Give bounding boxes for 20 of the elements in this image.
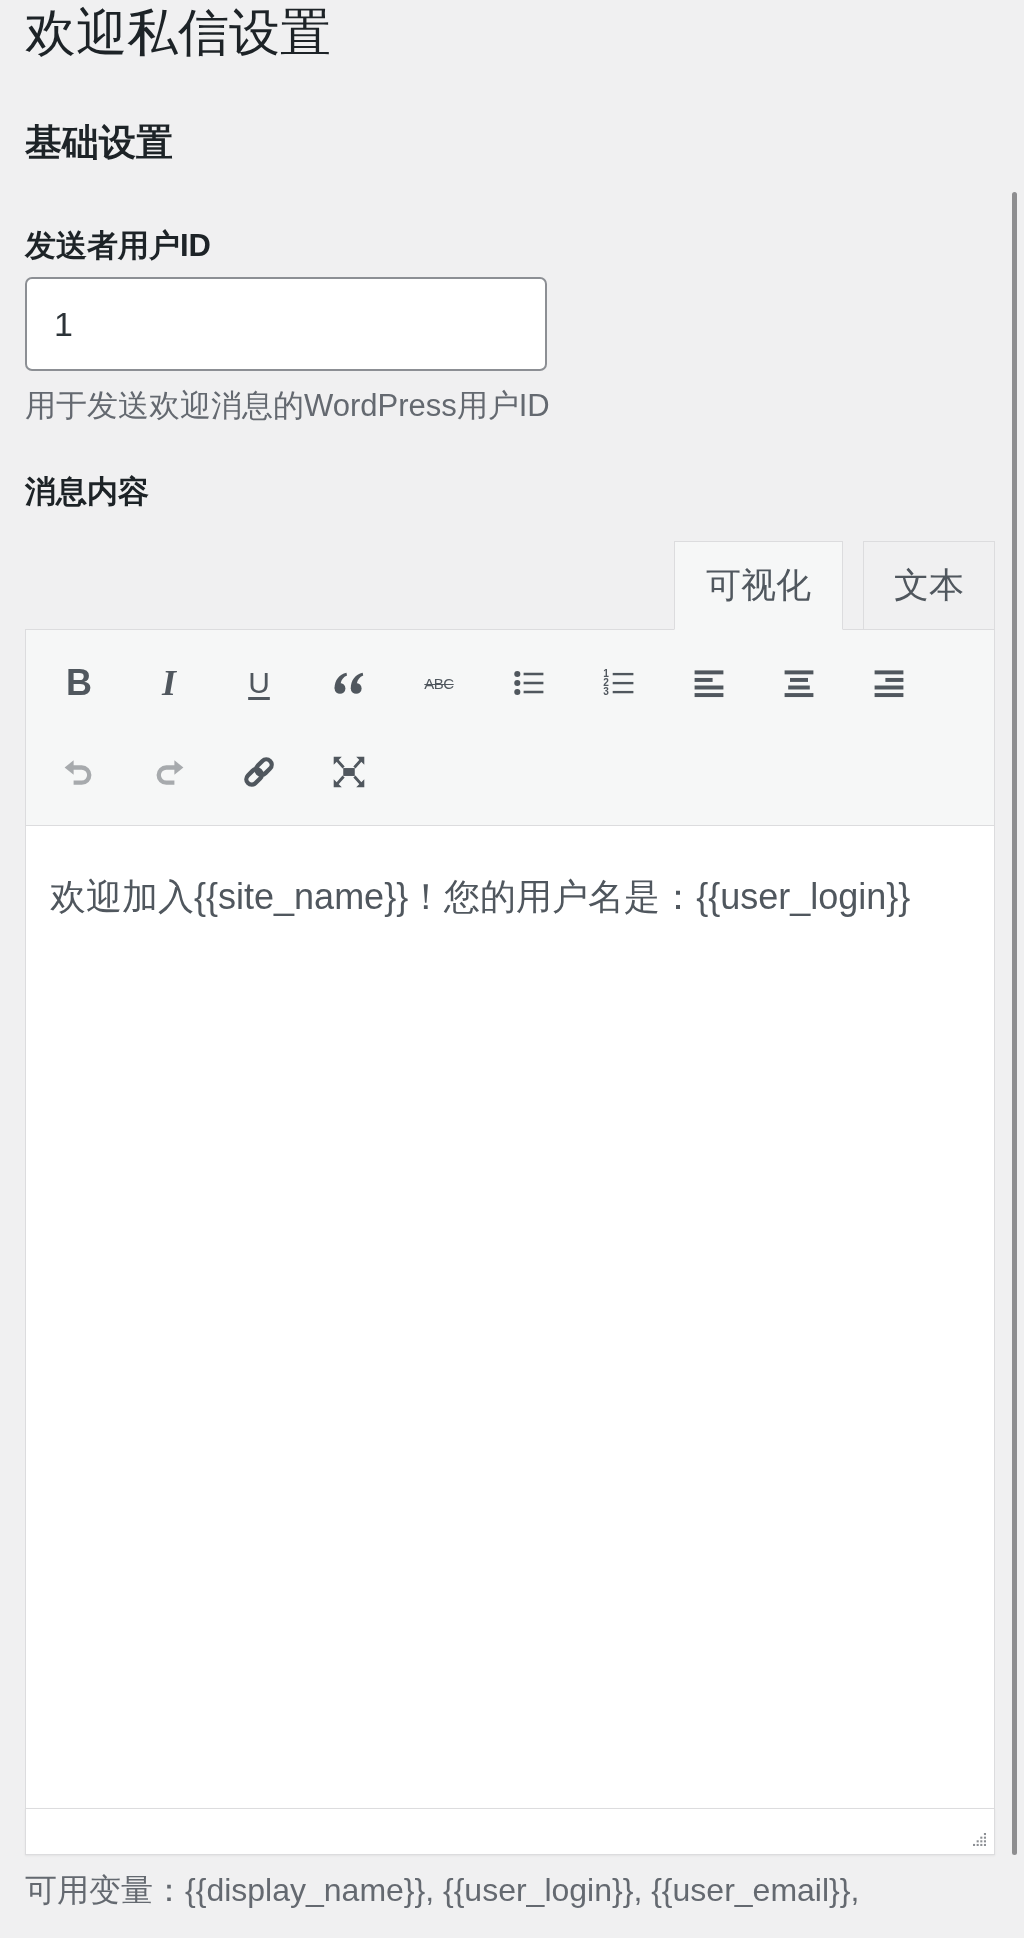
page-title: 欢迎私信设置 [25, 3, 331, 63]
bold-button[interactable]: B [52, 656, 106, 710]
field-label: 消息内容 [25, 473, 149, 511]
expand-arrows-icon [331, 754, 367, 790]
chain-link-icon [241, 754, 277, 790]
italic-button[interactable]: I [142, 656, 196, 710]
message-text: 欢迎加入{{site_name}}！您的用户名是：{{user_login}} [50, 875, 911, 919]
resize-grip-icon[interactable] [973, 1833, 986, 1846]
section-heading: 基础设置 [25, 121, 173, 165]
variables-note: 可用变量：{{display_name}}, {{user_login}}, {{user_email}}, [25, 1871, 860, 1910]
sender-id-input[interactable]: 1 [25, 277, 547, 371]
field-help-text: 用于发送欢迎消息的WordPress用户ID [25, 387, 550, 425]
underline-button[interactable]: U [232, 656, 286, 710]
scrollbar-thumb[interactable] [1012, 192, 1017, 1855]
editor-body-field[interactable]: 欢迎加入{{site_name}}！您的用户名是：{{user_login}} [25, 826, 995, 1808]
strikethrough-button[interactable]: ABC [412, 656, 466, 710]
field-label: 发送者用户ID [25, 227, 211, 265]
editor-tab[interactable]: 文本 [863, 541, 995, 630]
numbered-list-button[interactable]: 1 2 3 [592, 656, 646, 710]
editor-tab[interactable]: 可视化 [674, 541, 843, 630]
